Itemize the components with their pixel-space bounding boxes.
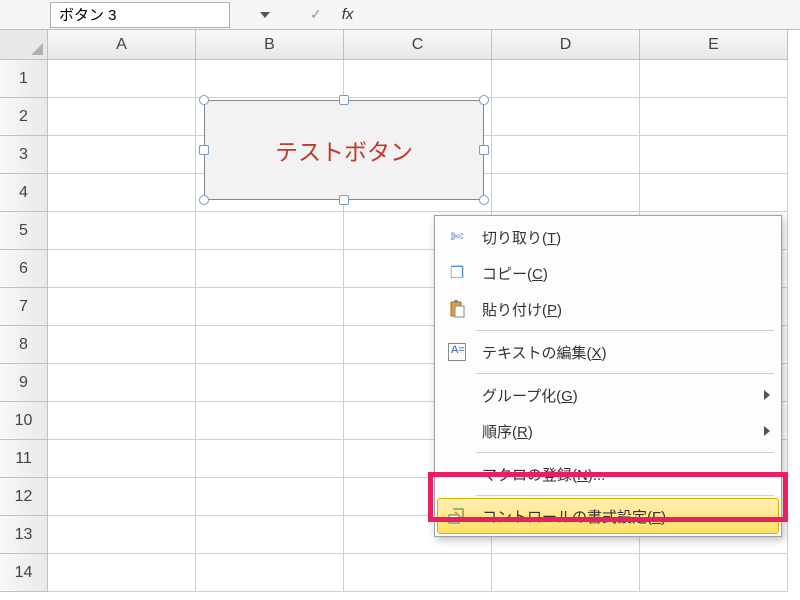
spreadsheet-grid: A B C D E 1 2 3 4 5 6 7 8 9 10 11 12 13 … [0, 30, 800, 600]
menu-label: 順序(R) [482, 421, 764, 442]
row-header[interactable]: 13 [0, 516, 48, 554]
row-header[interactable]: 5 [0, 212, 48, 250]
menu-separator [476, 373, 774, 374]
menu-label: 貼り付け(P) [482, 299, 770, 320]
submenu-arrow-icon [764, 390, 770, 400]
menu-separator [476, 495, 774, 496]
resize-handle-tr[interactable] [479, 95, 489, 105]
form-button-control[interactable]: テストボタン [204, 100, 484, 200]
resize-handle-bl[interactable] [199, 195, 209, 205]
column-header[interactable]: D [492, 30, 640, 60]
menu-item-format-control[interactable]: コントロールの書式設定(F)... [437, 498, 779, 534]
fx-area: ✓ fx [310, 6, 353, 23]
formula-check-icon: ✓ [310, 6, 322, 23]
menu-item-paste[interactable]: 貼り付け(P) [438, 291, 778, 327]
submenu-arrow-icon [764, 426, 770, 436]
menu-label: コントロールの書式設定(F)... [482, 506, 770, 527]
resize-handle-l[interactable] [199, 145, 209, 155]
select-all-cell[interactable] [0, 30, 48, 60]
row-header[interactable]: 3 [0, 136, 48, 174]
menu-label: テキストの編集(X) [482, 342, 770, 363]
row-header[interactable]: 9 [0, 364, 48, 402]
column-header[interactable]: A [48, 30, 196, 60]
menu-item-edit-text[interactable]: A= テキストの編集(X) [438, 334, 778, 370]
cut-icon: ✄ [444, 224, 470, 250]
resize-handle-br[interactable] [479, 195, 489, 205]
row-header[interactable]: 4 [0, 174, 48, 212]
resize-handle-t[interactable] [339, 95, 349, 105]
row-header[interactable]: 2 [0, 98, 48, 136]
context-menu: ✄ 切り取り(T) ❐ コピー(C) 貼り付け(P) A= テキストの編集(X)… [434, 215, 782, 537]
menu-item-assign-macro[interactable]: マクロの登録(N)... [438, 456, 778, 492]
row-header[interactable]: 7 [0, 288, 48, 326]
row-header[interactable]: 14 [0, 554, 48, 592]
resize-handle-r[interactable] [479, 145, 489, 155]
menu-item-copy[interactable]: ❐ コピー(C) [438, 255, 778, 291]
name-box-dropdown-icon[interactable] [260, 12, 270, 18]
blank-icon [444, 461, 470, 487]
menu-label: 切り取り(T) [482, 227, 770, 248]
button-control-label: テストボタン [275, 133, 413, 167]
menu-separator [476, 452, 774, 453]
resize-handle-b[interactable] [339, 195, 349, 205]
name-box-value: ボタン 3 [59, 4, 117, 25]
row-header[interactable]: 12 [0, 478, 48, 516]
name-box[interactable]: ボタン 3 [50, 2, 230, 28]
resize-handle-tl[interactable] [199, 95, 209, 105]
menu-item-cut[interactable]: ✄ 切り取り(T) [438, 219, 778, 255]
menu-label: マクロの登録(N)... [482, 464, 770, 485]
column-header[interactable]: C [344, 30, 492, 60]
copy-icon: ❐ [444, 260, 470, 286]
menu-label: グループ化(G) [482, 385, 764, 406]
row-header[interactable]: 11 [0, 440, 48, 478]
row-headers: 1 2 3 4 5 6 7 8 9 10 11 12 13 14 [0, 60, 48, 592]
menu-item-group[interactable]: グループ化(G) [438, 377, 778, 413]
column-headers: A B C D E [48, 30, 788, 60]
formula-bar: ボタン 3 ✓ fx [0, 0, 800, 30]
column-header[interactable]: B [196, 30, 344, 60]
row-header[interactable]: 1 [0, 60, 48, 98]
menu-label: コピー(C) [482, 263, 770, 284]
blank-icon [444, 382, 470, 408]
edit-text-icon: A= [444, 339, 470, 365]
fx-label[interactable]: fx [342, 6, 354, 23]
paste-icon [444, 296, 470, 322]
row-header[interactable]: 6 [0, 250, 48, 288]
row-header[interactable]: 8 [0, 326, 48, 364]
format-control-icon [444, 503, 470, 529]
column-header[interactable]: E [640, 30, 788, 60]
row-header[interactable]: 10 [0, 402, 48, 440]
menu-separator [476, 330, 774, 331]
menu-item-order[interactable]: 順序(R) [438, 413, 778, 449]
blank-icon [444, 418, 470, 444]
